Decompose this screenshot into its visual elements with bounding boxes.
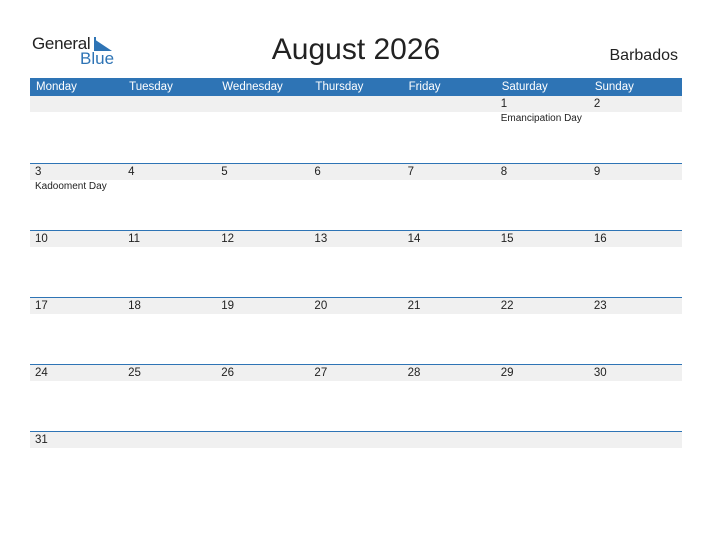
- day-number: 31: [35, 434, 48, 446]
- day-number: 3: [35, 166, 42, 178]
- day-number: 27: [314, 367, 328, 379]
- day-number: 16: [593, 233, 607, 245]
- day-cell: [123, 96, 216, 163]
- day-cell: 14: [403, 231, 496, 297]
- calendar-title: August 2026: [271, 33, 441, 66]
- day-number: 8: [500, 166, 508, 178]
- calendar-grid: Monday Tuesday Wednesday Thursday Friday…: [30, 78, 682, 498]
- day-cell: [589, 432, 682, 498]
- day-cell: 6: [309, 164, 402, 230]
- day-cell: 16: [589, 231, 682, 297]
- day-cell: [403, 432, 496, 498]
- day-cell: 8: [496, 164, 589, 230]
- day-cell: 12: [216, 231, 309, 297]
- day-cell: 31: [30, 432, 123, 498]
- week-row: 17 18 19 20 21 22 23: [30, 297, 682, 364]
- day-cell: [30, 96, 123, 163]
- day-cell: 2: [589, 96, 682, 163]
- day-number: 12: [221, 233, 235, 245]
- day-cell: 18: [123, 298, 216, 364]
- week-row: 3 Kadooment Day 4 5 6 7 8 9: [30, 163, 682, 230]
- day-number: 30: [593, 367, 607, 379]
- day-cell: 28: [403, 365, 496, 431]
- day-cell: 3 Kadooment Day: [30, 164, 123, 230]
- week-cells: 31: [30, 432, 682, 498]
- day-cell: 15: [496, 231, 589, 297]
- day-cell: [309, 432, 402, 498]
- day-number: 21: [407, 300, 421, 312]
- day-cell: 21: [403, 298, 496, 364]
- week-row: 31: [30, 431, 682, 498]
- day-number: 22: [500, 300, 514, 312]
- day-cell: 4: [123, 164, 216, 230]
- day-number: 6: [314, 166, 321, 178]
- day-number: 19: [221, 300, 235, 312]
- day-number: 15: [500, 233, 514, 245]
- day-cell: 9: [589, 164, 682, 230]
- weekday-saturday: Saturday: [501, 81, 548, 93]
- day-cell: [216, 96, 309, 163]
- day-number: 25: [128, 367, 141, 379]
- day-cell: 25: [123, 365, 216, 431]
- weekday-friday: Friday: [408, 81, 441, 93]
- day-cell: 7: [403, 164, 496, 230]
- day-cell: 17: [30, 298, 123, 364]
- weekday-sunday: Sunday: [594, 81, 634, 93]
- holiday-label: Kadooment Day: [35, 181, 107, 192]
- week-cells: 24 25 26 27 28 29 30: [30, 365, 682, 431]
- day-cell: 5: [216, 164, 309, 230]
- week-row: 24 25 26 27 28 29 30: [30, 364, 682, 431]
- day-cell: 23: [589, 298, 682, 364]
- day-number: 11: [128, 233, 141, 245]
- holiday-label: Emancipation Day: [500, 113, 582, 124]
- day-number: 18: [128, 300, 141, 312]
- day-cell: 11: [123, 231, 216, 297]
- day-cell: 1 Emancipation Day: [496, 96, 589, 163]
- day-cell: 22: [496, 298, 589, 364]
- day-number: 14: [407, 233, 421, 245]
- day-cell: [216, 432, 309, 498]
- day-number: 24: [35, 367, 48, 379]
- day-cell: [496, 432, 589, 498]
- day-number: 28: [407, 367, 421, 379]
- day-number: 17: [35, 300, 48, 312]
- day-cell: 24: [30, 365, 123, 431]
- day-cell: 19: [216, 298, 309, 364]
- country-label: Barbados: [609, 47, 679, 64]
- day-number: 7: [407, 166, 414, 178]
- day-cell: 30: [589, 365, 682, 431]
- day-number: 10: [35, 233, 48, 245]
- day-number: 20: [314, 300, 328, 312]
- weeks-container: 1 Emancipation Day 2 3 Kadooment Day 4 5 6 7 8 9 10…: [30, 96, 682, 498]
- weekday-thursday: Thursday: [315, 81, 364, 93]
- day-cell: [123, 432, 216, 498]
- day-number: 1: [500, 98, 508, 110]
- day-cell: 10: [30, 231, 123, 297]
- weekday-header: Monday Tuesday Wednesday Thursday Friday…: [30, 78, 682, 96]
- day-number: 26: [221, 367, 235, 379]
- week-cells: 17 18 19 20 21 22 23: [30, 298, 682, 364]
- week-row: 10 11 12 13 14 15 16: [30, 230, 682, 297]
- day-cell: 29: [496, 365, 589, 431]
- day-cell: [309, 96, 402, 163]
- day-number: 13: [314, 233, 328, 245]
- weekday-wednesday: Wednesday: [222, 81, 283, 93]
- day-number: 29: [500, 367, 514, 379]
- day-number: 5: [221, 166, 228, 178]
- week-cells: 1 Emancipation Day 2: [30, 96, 682, 163]
- day-number: 2: [593, 98, 601, 110]
- day-cell: [403, 96, 496, 163]
- day-cell: 26: [216, 365, 309, 431]
- week-cells: 3 Kadooment Day 4 5 6 7 8 9: [30, 164, 682, 230]
- day-number: 23: [593, 300, 607, 312]
- day-cell: 13: [309, 231, 402, 297]
- day-number: 4: [128, 166, 135, 178]
- day-number: 9: [593, 166, 601, 178]
- week-row: 1 Emancipation Day 2: [30, 96, 682, 163]
- weekday-tuesday: Tuesday: [129, 81, 173, 93]
- weekday-monday: Monday: [36, 81, 77, 93]
- week-cells: 10 11 12 13 14 15 16: [30, 231, 682, 297]
- day-cell: 27: [309, 365, 402, 431]
- day-cell: 20: [309, 298, 402, 364]
